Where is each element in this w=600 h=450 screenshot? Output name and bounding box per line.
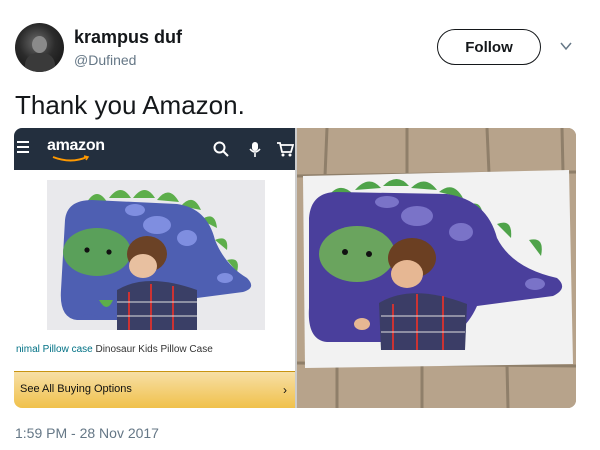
amazon-logo: amazon [47, 137, 105, 154]
author-display-name[interactable]: krampus duf [74, 27, 182, 48]
product-title-link[interactable]: nimal Pillow case [16, 344, 93, 355]
dinosaur-pillow-image [47, 180, 265, 330]
pillowcase-photo-image [297, 128, 576, 408]
product-title[interactable]: nimal Pillow case Dinosaur Kids Pillow C… [16, 344, 213, 355]
menu-icon [17, 141, 29, 153]
avatar-body [25, 53, 55, 72]
product-image [47, 180, 265, 330]
chevron-down-icon[interactable] [558, 38, 574, 54]
tweet-media[interactable]: amazon nimal Pillow case Dinosaur Kids P… [14, 128, 576, 408]
amazon-smile-icon [52, 155, 90, 162]
author-handle[interactable]: @Dufined [74, 52, 136, 68]
cart-icon [277, 142, 294, 157]
product-title-rest: Dinosaur Kids Pillow Case [92, 344, 213, 355]
amazon-listing-screenshot: amazon nimal Pillow case Dinosaur Kids P… [14, 128, 295, 408]
tweet-timestamp[interactable]: 1:59 PM - 28 Nov 2017 [15, 425, 159, 441]
amazon-header-bar: amazon [14, 128, 295, 170]
buy-options-label: See All Buying Options [20, 383, 132, 395]
avatar[interactable] [15, 23, 64, 72]
microphone-icon [249, 142, 261, 157]
see-all-buying-options-button[interactable]: See All Buying Options › [14, 371, 295, 408]
search-icon [213, 141, 229, 157]
follow-button[interactable]: Follow [437, 29, 541, 65]
chevron-right-icon: › [283, 383, 287, 397]
tweet-text: Thank you Amazon. [15, 90, 245, 120]
avatar-face [32, 36, 47, 53]
received-pillowcase-photo [297, 128, 576, 408]
